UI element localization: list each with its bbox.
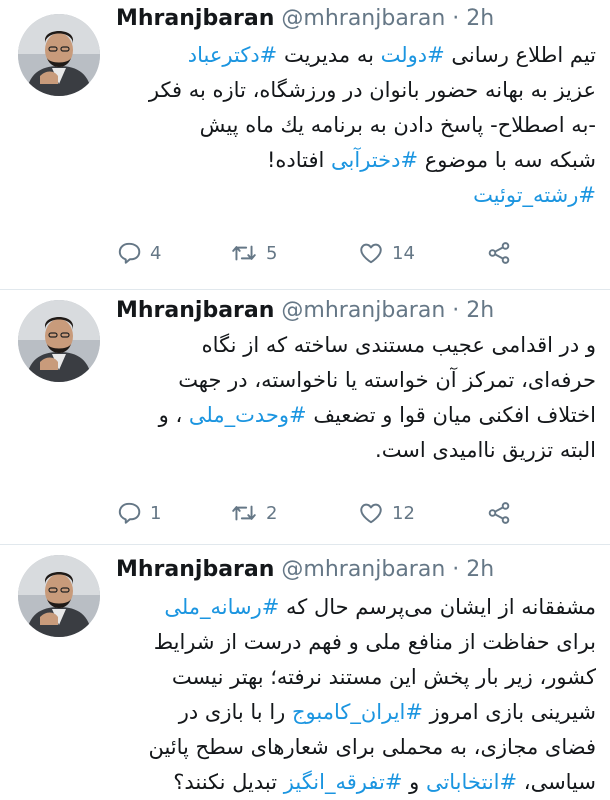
tweet-text: مشفقانه از ایشان می‌پرسم حال که #رسانه_م… [108,590,596,800]
text-segment: کشور، زیر بار پخش این مستند نرفته؛ بهتر … [171,665,596,689]
text-segment: به مدیریت [277,43,381,67]
user-handle[interactable]: @mhranjbaran [281,6,445,31]
like-icon [358,240,384,266]
text-segment: تیم اطلاع رسانی [444,43,596,67]
reply-icon [116,500,142,526]
tweet-text-line: و در اقدامی عجیب مستندی ساخته که از نگاه [108,328,596,363]
tweet[interactable]: Mhranjbaran @mhranjbaran · 2h و در اقدام… [0,290,610,545]
tweet-text-line: -به اصطلاح- پاسخ دادن به برنامه یك ماه پ… [108,108,596,143]
text-segment: فضای مجازی، به محملی برای شعارهای سطح پا… [148,735,596,759]
text-segment: حرفه‌ای، تمرکز آن خواسته یا ناخواسته، در… [178,368,596,392]
hashtag-link[interactable]: #تفرقه_انگیز [284,770,403,794]
retweet-count: 2 [266,502,278,524]
tweet[interactable]: Mhranjbaran @mhranjbaran · 2h مشفقانه از… [0,545,610,800]
text-segment: مشفقانه از ایشان می‌پرسم حال که [279,595,596,619]
like-count: 14 [392,242,415,264]
share-icon [486,500,512,526]
reply-button[interactable]: 4 [116,238,161,268]
hashtag-link[interactable]: #وحدت_ملی [189,403,307,427]
hashtag-link[interactable]: #رشته_توئیت [473,183,596,207]
retweet-count: 5 [266,242,278,264]
separator-dot: · [452,298,460,323]
hashtag-link[interactable]: #دولت [381,43,445,67]
text-segment: سیاسی، [517,770,596,794]
reply-button[interactable]: 1 [116,498,161,528]
user-handle[interactable]: @mhranjbaran [281,557,445,582]
share-button[interactable] [486,498,512,528]
hashtag-link[interactable]: #دکترعباد [188,43,278,67]
tweet-text-line: مشفقانه از ایشان می‌پرسم حال که #رسانه_م… [108,590,596,625]
text-segment: شیرینی بازی امروز [422,700,596,724]
like-icon [358,500,384,526]
tweet-text-line: برای حفاظت از منافع ملی و فهم درست از شر… [108,625,596,660]
text-segment: اختلاف افکنی میان قوا و تضعیف [306,403,596,427]
tweet-text-line: تیم اطلاع رسانی #دولت به مدیریت #دکترعبا… [108,38,596,73]
retweet-icon [230,240,258,266]
like-button[interactable]: 14 [358,238,415,268]
reply-count: 4 [150,242,162,264]
hashtag-link[interactable]: #انتخاباتی [426,770,517,794]
tweet-text-line: حرفه‌ای، تمرکز آن خواسته یا ناخواسته، در… [108,363,596,398]
tweet-actions: 1 2 12 [108,498,510,528]
tweet-text-line: سیاسی، #انتخاباتی و #تفرقه_انگیز تبدیل ن… [108,765,596,800]
tweet-header: Mhranjbaran @mhranjbaran · 2h [116,557,494,582]
retweet-button[interactable]: 5 [230,238,277,268]
user-handle[interactable]: @mhranjbaran [281,298,445,323]
hashtag-link[interactable]: #رسانه_ملی [164,595,279,619]
hashtag-link[interactable]: #ایران_کامبوج [292,700,423,724]
text-segment: البته تزریق ناامیدی است. [375,438,596,462]
like-count: 12 [392,502,415,524]
share-icon [486,240,512,266]
reply-count: 1 [150,502,162,524]
tweet-header: Mhranjbaran @mhranjbaran · 2h [116,298,494,323]
text-segment: افتاده! [266,148,332,172]
hashtag-link[interactable]: #دخترآبی [331,148,418,172]
tweet-text-line: فضای مجازی، به محملی برای شعارهای سطح پا… [108,730,596,765]
text-segment: و [402,770,426,794]
display-name[interactable]: Mhranjbaran [116,557,274,582]
text-segment: و در اقدامی عجیب مستندی ساخته که از نگاه [201,333,596,357]
avatar[interactable] [18,300,100,382]
text-segment: -به اصطلاح- پاسخ دادن به برنامه یك ماه پ… [199,113,596,137]
avatar[interactable] [18,14,100,96]
tweet[interactable]: Mhranjbaran @mhranjbaran · 2h تیم اطلاع … [0,0,610,290]
like-button[interactable]: 12 [358,498,415,528]
tweet-text-line: البته تزریق ناامیدی است. [108,433,596,468]
text-segment: برای حفاظت از منافع ملی و فهم درست از شر… [153,630,596,654]
tweet-text-line: شبکه سه با موضوع #دخترآبی افتاده! [108,143,596,178]
display-name[interactable]: Mhranjbaran [116,6,274,31]
text-segment: تبدیل نکنند؟ [173,770,284,794]
timestamp[interactable]: 2h [466,6,494,31]
display-name[interactable]: Mhranjbaran [116,298,274,323]
text-segment: شبکه سه با موضوع [418,148,596,172]
retweet-icon [230,500,258,526]
tweet-text-line: اختلاف افکنی میان قوا و تضعیف #وحدت_ملی … [108,398,596,433]
text-segment: را با بازی در [178,700,292,724]
tweet-text-line: #رشته_توئیت [108,178,596,213]
tweet-text-line: کشور، زیر بار پخش این مستند نرفته؛ بهتر … [108,660,596,695]
separator-dot: · [452,6,460,31]
share-button[interactable] [486,238,512,268]
text-segment: عزیز به بهانه حضور بانوان در ورزشگاه، تا… [148,78,596,102]
tweet-text-line: شیرینی بازی امروز #ایران_کامبوج را با با… [108,695,596,730]
tweet-actions: 4 5 14 [108,238,510,268]
tweet-header: Mhranjbaran @mhranjbaran · 2h [116,6,494,31]
timestamp[interactable]: 2h [466,557,494,582]
separator-dot: · [452,557,460,582]
timestamp[interactable]: 2h [466,298,494,323]
avatar[interactable] [18,555,100,637]
reply-icon [116,240,142,266]
tweet-text: و در اقدامی عجیب مستندی ساخته که از نگاه… [108,328,596,468]
retweet-button[interactable]: 2 [230,498,277,528]
tweet-text: تیم اطلاع رسانی #دولت به مدیریت #دکترعبا… [108,38,596,213]
tweet-text-line: عزیز به بهانه حضور بانوان در ورزشگاه، تا… [108,73,596,108]
text-segment: ، و [158,403,189,427]
